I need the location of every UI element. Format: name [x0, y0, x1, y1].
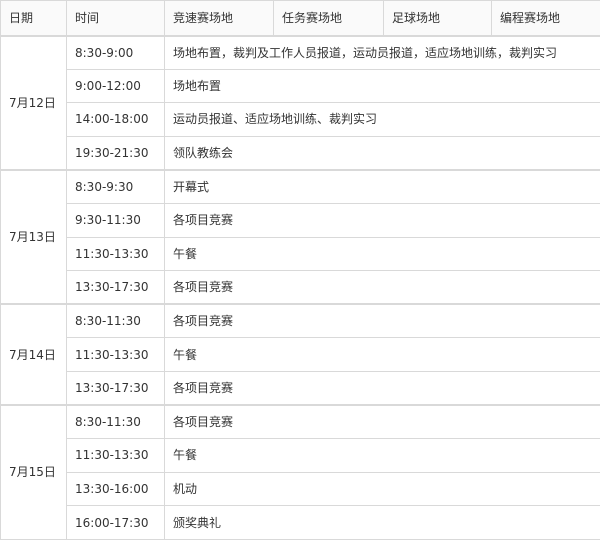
- activity-cell: 各项目竞赛: [165, 304, 600, 338]
- time-cell: 9:00-12:00: [67, 69, 165, 103]
- time-cell: 13:30-16:00: [67, 472, 165, 506]
- activity-cell: 领队教练会: [165, 136, 600, 170]
- time-cell: 14:00-18:00: [67, 103, 165, 137]
- time-cell: 11:30-13:30: [67, 338, 165, 372]
- activity-cell: 颁奖典礼: [165, 506, 600, 540]
- time-cell: 13:30-17:30: [67, 271, 165, 305]
- time-cell: 16:00-17:30: [67, 506, 165, 540]
- activity-cell: 场地布置，裁判及工作人员报道，运动员报道，适应场地训练，裁判实习: [165, 36, 600, 70]
- activity-cell: 开幕式: [165, 170, 600, 204]
- activity-cell: 各项目竞赛: [165, 371, 600, 405]
- table-row: 11:30-13:30 午餐: [1, 439, 600, 473]
- activity-cell: 场地布置: [165, 69, 600, 103]
- date-cell: 7月12日: [1, 36, 67, 170]
- header-venue-programming: 编程赛场地: [492, 1, 600, 36]
- time-cell: 9:30-11:30: [67, 203, 165, 237]
- table-row: 7月15日 8:30-11:30 各项目竞赛: [1, 405, 600, 439]
- activity-cell: 各项目竞赛: [165, 271, 600, 305]
- time-cell: 11:30-13:30: [67, 237, 165, 271]
- table-row: 9:30-11:30 各项目竞赛: [1, 203, 600, 237]
- table-row: 13:30-17:30 各项目竞赛: [1, 371, 600, 405]
- header-venue-racing: 竞速赛场地: [165, 1, 274, 36]
- activity-cell: 各项目竞赛: [165, 203, 600, 237]
- table-row: 7月12日 8:30-9:00 场地布置，裁判及工作人员报道，运动员报道，适应场…: [1, 36, 600, 70]
- time-cell: 8:30-9:30: [67, 170, 165, 204]
- time-cell: 11:30-13:30: [67, 439, 165, 473]
- time-cell: 13:30-17:30: [67, 371, 165, 405]
- header-row: 日期 时间 竞速赛场地 任务赛场地 足球场地 编程赛场地: [1, 1, 600, 36]
- activity-cell: 午餐: [165, 439, 600, 473]
- header-date: 日期: [1, 1, 67, 36]
- table-row: 11:30-13:30 午餐: [1, 237, 600, 271]
- header-time: 时间: [67, 1, 165, 36]
- schedule-table: 日期 时间 竞速赛场地 任务赛场地 足球场地 编程赛场地 7月12日 8:30-…: [0, 0, 600, 540]
- activity-cell: 午餐: [165, 237, 600, 271]
- table-row: 9:00-12:00 场地布置: [1, 69, 600, 103]
- header-venue-football: 足球场地: [384, 1, 492, 36]
- table-row: 11:30-13:30 午餐: [1, 338, 600, 372]
- activity-cell: 各项目竞赛: [165, 405, 600, 439]
- activity-cell: 午餐: [165, 338, 600, 372]
- table-row: 13:30-17:30 各项目竞赛: [1, 271, 600, 305]
- activity-cell: 运动员报道、适应场地训练、裁判实习: [165, 103, 600, 137]
- date-cell: 7月15日: [1, 405, 67, 539]
- time-cell: 8:30-11:30: [67, 304, 165, 338]
- activity-cell: 机动: [165, 472, 600, 506]
- time-cell: 8:30-9:00: [67, 36, 165, 70]
- time-cell: 8:30-11:30: [67, 405, 165, 439]
- date-cell: 7月13日: [1, 170, 67, 304]
- time-cell: 19:30-21:30: [67, 136, 165, 170]
- table-row: 7月14日 8:30-11:30 各项目竞赛: [1, 304, 600, 338]
- table-row: 7月13日 8:30-9:30 开幕式: [1, 170, 600, 204]
- table-row: 13:30-16:00 机动: [1, 472, 600, 506]
- table-row: 16:00-17:30 颁奖典礼: [1, 506, 600, 540]
- table-row: 19:30-21:30 领队教练会: [1, 136, 600, 170]
- header-venue-task: 任务赛场地: [274, 1, 384, 36]
- table-row: 14:00-18:00 运动员报道、适应场地训练、裁判实习: [1, 103, 600, 137]
- date-cell: 7月14日: [1, 304, 67, 405]
